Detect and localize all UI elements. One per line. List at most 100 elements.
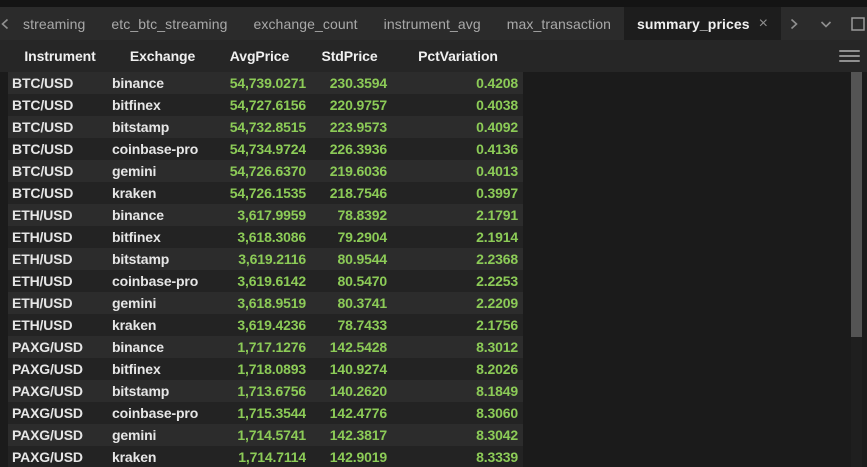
chevron-left-icon[interactable] bbox=[0, 7, 10, 40]
table-row[interactable]: ETH/USDcoinbase-pro3,619.614280.54702.22… bbox=[8, 270, 523, 292]
cell-instrument: PAXG/USD bbox=[8, 336, 108, 358]
cell-avgprice: 3,617.9959 bbox=[213, 204, 306, 226]
column-header-exchange[interactable]: Exchange bbox=[108, 48, 213, 64]
table-row[interactable]: BTC/USDbitfinex54,727.6156220.97570.4038 bbox=[8, 94, 523, 116]
tab-label: instrument_avg bbox=[384, 16, 481, 32]
cell-pctvariation: 8.3339 bbox=[393, 446, 523, 467]
cell-pctvariation: 8.1849 bbox=[393, 380, 523, 402]
cell-instrument: BTC/USD bbox=[8, 72, 108, 94]
cell-exchange: bitfinex bbox=[108, 358, 213, 380]
tab-exchange_count[interactable]: exchange_count bbox=[240, 7, 370, 40]
tab-label: etc_btc_streaming bbox=[111, 16, 227, 32]
cell-exchange: binance bbox=[108, 204, 213, 226]
table-row[interactable]: PAXG/USDbinance1,717.1276142.54288.3012 bbox=[8, 336, 523, 358]
cell-avgprice: 3,619.6142 bbox=[213, 270, 306, 292]
column-header-pctvariation[interactable]: PctVariation bbox=[393, 48, 523, 64]
table-row[interactable]: PAXG/USDbitstamp1,713.6756140.26208.1849 bbox=[8, 380, 523, 402]
cell-instrument: ETH/USD bbox=[8, 292, 108, 314]
menu-bar bbox=[839, 50, 860, 52]
column-header-avgprice[interactable]: AvgPrice bbox=[213, 48, 306, 64]
tab-label: summary_prices bbox=[637, 16, 750, 32]
tab-bar: streaming etc_btc_streaming exchange_count… bbox=[0, 7, 867, 40]
cell-stdprice: 142.3817 bbox=[306, 424, 393, 446]
column-header-instrument[interactable]: Instrument bbox=[8, 48, 108, 64]
tab-label: max_transaction bbox=[507, 16, 611, 32]
table-row[interactable]: PAXG/USDbitfinex1,718.0893140.92748.2026 bbox=[8, 358, 523, 380]
cell-avgprice: 1,718.0893 bbox=[213, 358, 306, 380]
cell-stdprice: 78.7433 bbox=[306, 314, 393, 336]
tab-streaming[interactable]: streaming bbox=[10, 7, 98, 40]
close-icon[interactable]: × bbox=[759, 16, 768, 32]
cell-avgprice: 3,619.4236 bbox=[213, 314, 306, 336]
table-header-row: InstrumentExchangeAvgPriceStdPricePctVar… bbox=[0, 40, 867, 72]
cell-stdprice: 230.3594 bbox=[306, 72, 393, 94]
tab-instrument_avg[interactable]: instrument_avg bbox=[371, 7, 494, 40]
table-row[interactable]: ETH/USDbitfinex3,618.308679.29042.1914 bbox=[8, 226, 523, 248]
cell-pctvariation: 2.2368 bbox=[393, 248, 523, 270]
cell-instrument: ETH/USD bbox=[8, 248, 108, 270]
tab-etc_btc_streaming[interactable]: etc_btc_streaming bbox=[98, 7, 240, 40]
cell-exchange: coinbase-pro bbox=[108, 402, 213, 424]
table-row[interactable]: PAXG/USDcoinbase-pro1,715.3544142.47768.… bbox=[8, 402, 523, 424]
table-row[interactable]: PAXG/USDgemini1,714.5741142.38178.3042 bbox=[8, 424, 523, 446]
table-row[interactable]: BTC/USDbitstamp54,732.8515223.95730.4092 bbox=[8, 116, 523, 138]
cell-avgprice: 3,619.2116 bbox=[213, 248, 306, 270]
cell-exchange: kraken bbox=[108, 446, 213, 467]
tab-label: exchange_count bbox=[253, 16, 357, 32]
chevron-right-icon[interactable] bbox=[781, 7, 807, 40]
cell-stdprice: 142.9019 bbox=[306, 446, 393, 467]
table-row[interactable]: BTC/USDcoinbase-pro54,734.9724226.39360.… bbox=[8, 138, 523, 160]
cell-pctvariation: 0.4013 bbox=[393, 160, 523, 182]
cell-instrument: ETH/USD bbox=[8, 314, 108, 336]
cell-exchange: gemini bbox=[108, 292, 213, 314]
cell-stdprice: 220.9757 bbox=[306, 94, 393, 116]
cell-exchange: binance bbox=[108, 336, 213, 358]
cell-avgprice: 3,618.9519 bbox=[213, 292, 306, 314]
cell-avgprice: 54,726.6370 bbox=[213, 160, 306, 182]
cell-stdprice: 218.7546 bbox=[306, 182, 393, 204]
cell-stdprice: 80.9544 bbox=[306, 248, 393, 270]
table-row[interactable]: BTC/USDbinance54,739.0271230.35940.4208 bbox=[8, 72, 523, 94]
cell-pctvariation: 0.3997 bbox=[393, 182, 523, 204]
vertical-scrollbar[interactable] bbox=[851, 72, 862, 467]
tab-bar-actions bbox=[781, 7, 867, 40]
cell-stdprice: 219.6036 bbox=[306, 160, 393, 182]
cell-stdprice: 79.2904 bbox=[306, 226, 393, 248]
cell-avgprice: 3,618.3086 bbox=[213, 226, 306, 248]
maximize-icon[interactable] bbox=[845, 7, 867, 40]
table-row[interactable]: BTC/USDgemini54,726.6370219.60360.4013 bbox=[8, 160, 523, 182]
column-header-stdprice[interactable]: StdPrice bbox=[306, 48, 393, 64]
cell-avgprice: 1,715.3544 bbox=[213, 402, 306, 424]
cell-instrument: ETH/USD bbox=[8, 226, 108, 248]
cell-avgprice: 54,732.8515 bbox=[213, 116, 306, 138]
cell-avgprice: 1,713.6756 bbox=[213, 380, 306, 402]
cell-stdprice: 140.2620 bbox=[306, 380, 393, 402]
table-row[interactable]: ETH/USDbitstamp3,619.211680.95442.2368 bbox=[8, 248, 523, 270]
cell-pctvariation: 8.3060 bbox=[393, 402, 523, 424]
cell-pctvariation: 0.4038 bbox=[393, 94, 523, 116]
table-row[interactable]: ETH/USDkraken3,619.423678.74332.1756 bbox=[8, 314, 523, 336]
table-row[interactable]: ETH/USDgemini3,618.951980.37412.2209 bbox=[8, 292, 523, 314]
menu-bar bbox=[839, 60, 860, 62]
menu-icon[interactable] bbox=[839, 47, 860, 65]
table-row[interactable]: PAXG/USDkraken1,714.7114142.90198.3339 bbox=[8, 446, 523, 467]
table-row[interactable]: ETH/USDbinance3,617.995978.83922.1791 bbox=[8, 204, 523, 226]
window-top-strip bbox=[0, 0, 867, 7]
cell-exchange: binance bbox=[108, 72, 213, 94]
scrollbar-thumb[interactable] bbox=[851, 72, 862, 337]
tab-max_transaction[interactable]: max_transaction bbox=[494, 7, 624, 40]
table-row[interactable]: BTC/USDkraken54,726.1535218.75460.3997 bbox=[8, 182, 523, 204]
cell-exchange: coinbase-pro bbox=[108, 270, 213, 292]
cell-exchange: coinbase-pro bbox=[108, 138, 213, 160]
tab-summary_prices[interactable]: summary_prices × bbox=[624, 7, 781, 40]
cell-pctvariation: 2.1791 bbox=[393, 204, 523, 226]
cell-exchange: bitstamp bbox=[108, 380, 213, 402]
cell-pctvariation: 2.2209 bbox=[393, 292, 523, 314]
cell-stdprice: 80.3741 bbox=[306, 292, 393, 314]
cell-stdprice: 78.8392 bbox=[306, 204, 393, 226]
menu-bar bbox=[839, 55, 860, 57]
cell-stdprice: 140.9274 bbox=[306, 358, 393, 380]
cell-stdprice: 142.4776 bbox=[306, 402, 393, 424]
chevron-down-icon[interactable] bbox=[813, 7, 839, 40]
cell-instrument: PAXG/USD bbox=[8, 358, 108, 380]
